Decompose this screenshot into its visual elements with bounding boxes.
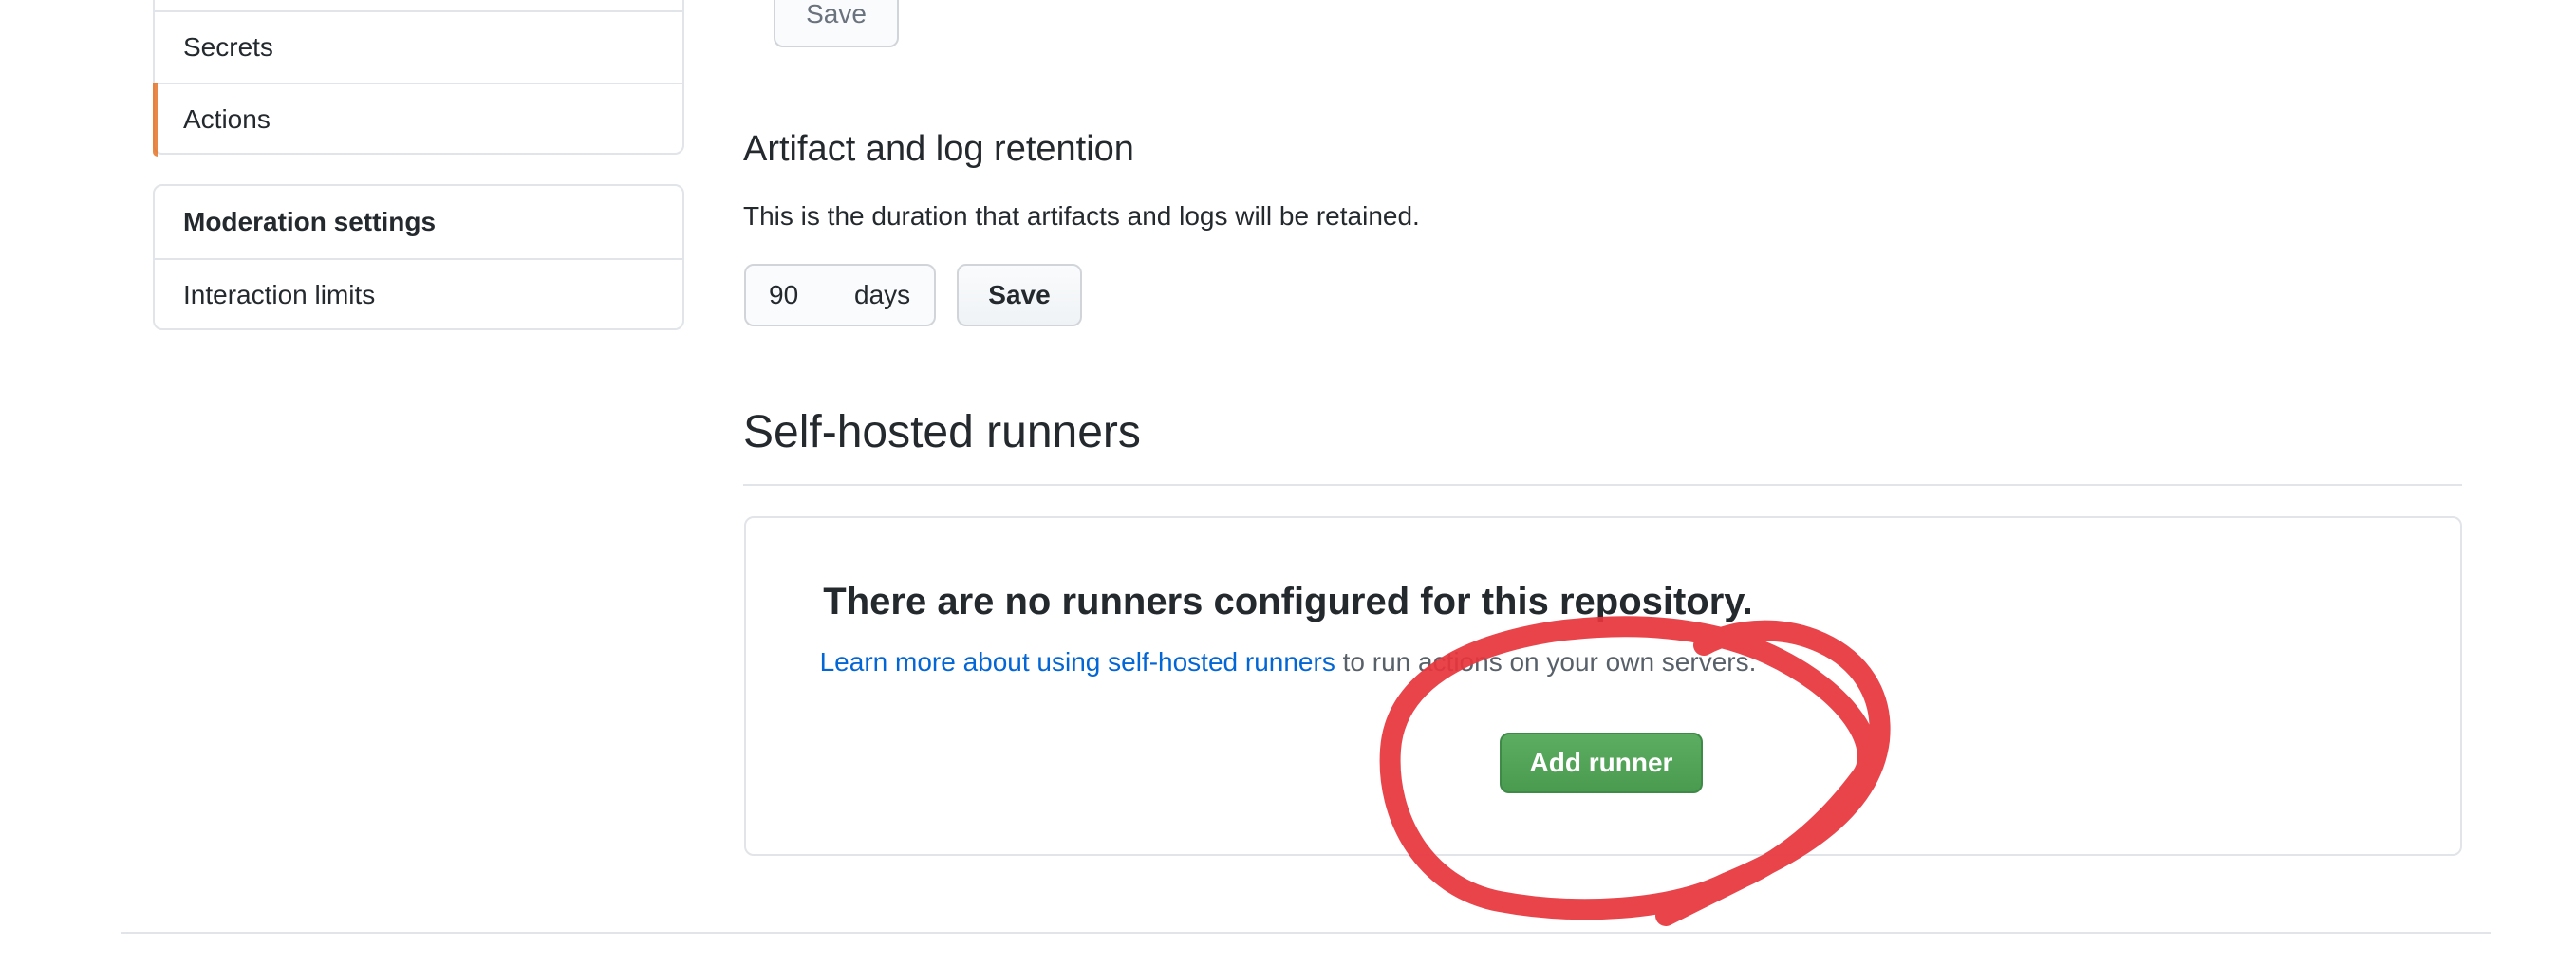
learn-more-suffix: to run actions on your own servers. xyxy=(1335,647,1757,677)
settings-menu: Secrets Actions xyxy=(153,0,684,157)
moderation-heading: Moderation settings xyxy=(183,207,437,236)
section-divider xyxy=(743,484,2462,486)
sidebar-item-label: Secrets xyxy=(183,32,273,62)
save-retention-button[interactable]: Save xyxy=(957,264,1082,326)
sidebar-item-label: Interaction limits xyxy=(183,280,376,309)
self-hosted-runners-title: Self-hosted runners xyxy=(743,407,1141,457)
moderation-menu: Moderation settings Interaction limits xyxy=(153,184,684,330)
learn-more-link[interactable]: Learn more about using self-hosted runne… xyxy=(820,647,1335,677)
artifact-retention-title: Artifact and log retention xyxy=(743,129,1134,169)
sidebar-item-secrets[interactable]: Secrets xyxy=(155,10,682,83)
add-runner-button[interactable]: Add runner xyxy=(1500,733,1703,793)
artifact-retention-description: This is the duration that artifacts and … xyxy=(743,201,1420,231)
days-unit-label: days xyxy=(854,280,911,309)
sidebar-item-interaction-limits[interactable]: Interaction limits xyxy=(155,258,682,330)
retention-days-input[interactable]: 90 xyxy=(769,280,854,310)
runners-empty-state xyxy=(744,516,2462,856)
sidebar-item-actions[interactable]: Actions xyxy=(153,83,682,157)
retention-days-field[interactable]: 90 days xyxy=(744,264,936,326)
footer-divider xyxy=(121,932,2491,934)
save-button-top[interactable]: Save xyxy=(774,0,899,47)
sidebar-item-label: Actions xyxy=(183,104,271,134)
empty-state-text: Learn more about using self-hosted runne… xyxy=(0,647,2576,678)
empty-state-title: There are no runners configured for this… xyxy=(823,581,1753,622)
